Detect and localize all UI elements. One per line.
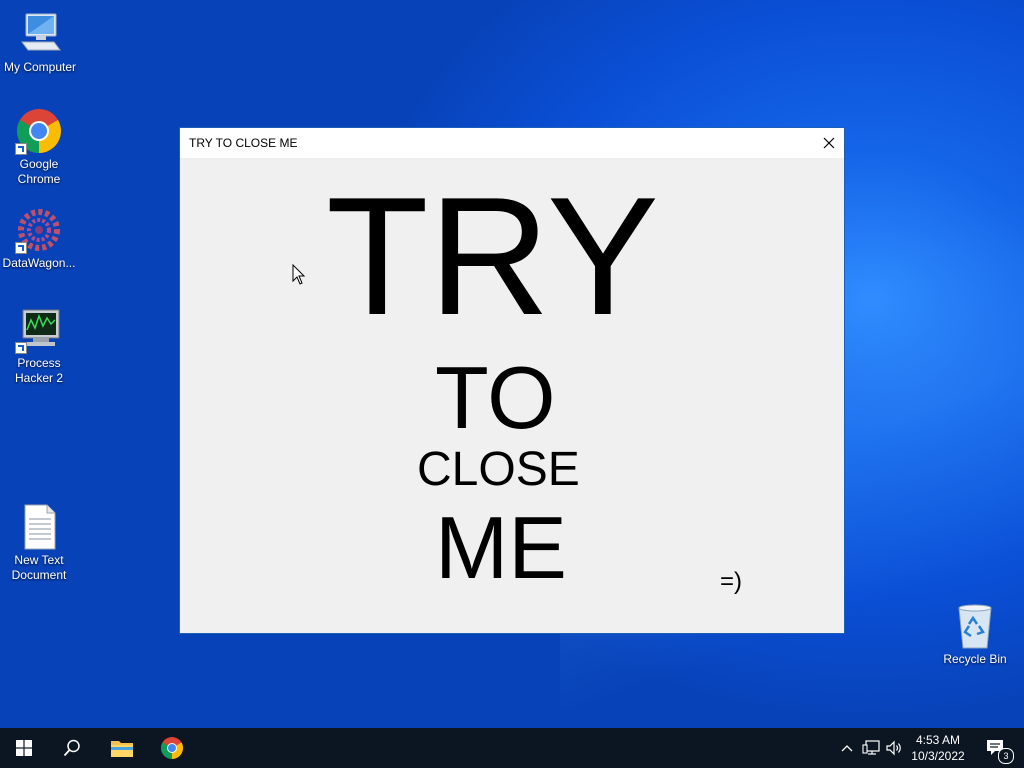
network-button[interactable] (860, 728, 882, 768)
computer-icon (16, 10, 64, 58)
desktop-icon-label: My Computer (3, 60, 77, 74)
window-titlebar[interactable]: TRY TO CLOSE ME (180, 128, 844, 158)
windows-logo-icon (16, 740, 32, 756)
message-line-try: TRY (326, 162, 659, 350)
desktop-icon-label: DataWagon... (2, 256, 76, 270)
desktop-icon-new-text-document[interactable]: New Text Document (0, 503, 79, 583)
chrome-taskbar-button[interactable] (148, 728, 196, 768)
message-line-close: CLOSE (417, 443, 580, 496)
desktop-icon-datawagon[interactable]: DataWagon... (0, 206, 79, 271)
shortcut-arrow-icon (15, 342, 27, 354)
start-button[interactable] (0, 728, 48, 768)
clock-time: 4:53 AM (915, 733, 961, 747)
taskbar-clock[interactable]: 4:53 AM 10/3/2022 (906, 732, 970, 764)
notification-count-badge: 3 (998, 748, 1014, 764)
chrome-icon (161, 737, 183, 759)
taskbar: 4:53 AM 10/3/2022 3 (0, 728, 1024, 768)
close-icon (823, 137, 835, 149)
text-file-icon (15, 503, 63, 551)
chevron-up-icon (841, 745, 853, 752)
file-explorer-button[interactable] (98, 728, 146, 768)
desktop-icon-process-hacker[interactable]: Process Hacker 2 (0, 306, 79, 386)
recycle-bin-icon (951, 602, 999, 650)
speaker-icon (886, 740, 901, 756)
message-line-me: ME (435, 498, 567, 597)
shortcut-arrow-icon (15, 242, 27, 254)
search-button[interactable] (48, 728, 96, 768)
desktop-icon-label: Google Chrome (17, 157, 61, 186)
mouse-cursor-icon (292, 264, 306, 285)
desktop-icon-label: New Text Document (11, 553, 67, 582)
desktop-icon-google-chrome[interactable]: Google Chrome (0, 107, 79, 187)
desktop-icon-label: Process Hacker 2 (14, 356, 64, 385)
search-icon (63, 739, 80, 757)
volume-button[interactable] (883, 728, 905, 768)
desktop-icon-my-computer[interactable]: My Computer (0, 10, 80, 75)
network-icon (862, 740, 880, 755)
process-monitor-icon (15, 306, 63, 354)
gear-cluster-icon (15, 206, 63, 254)
folder-icon (111, 741, 133, 757)
show-hidden-icons-button[interactable] (836, 728, 858, 768)
action-center-button[interactable]: 3 (978, 728, 1014, 768)
message-line-to: TO (435, 348, 556, 447)
desktop-icon-label: Recycle Bin (943, 652, 1007, 666)
shortcut-arrow-icon (15, 143, 27, 155)
close-button[interactable] (814, 128, 844, 158)
try-to-close-me-window[interactable]: TRY TO CLOSE ME TRY TO CLOSE ME =) (179, 127, 845, 634)
window-title: TRY TO CLOSE ME (189, 136, 298, 150)
chrome-icon (15, 107, 63, 155)
clock-date: 10/3/2022 (911, 749, 965, 763)
desktop-icon-recycle-bin[interactable]: Recycle Bin (935, 602, 1015, 667)
smiley-text: =) (720, 568, 743, 595)
